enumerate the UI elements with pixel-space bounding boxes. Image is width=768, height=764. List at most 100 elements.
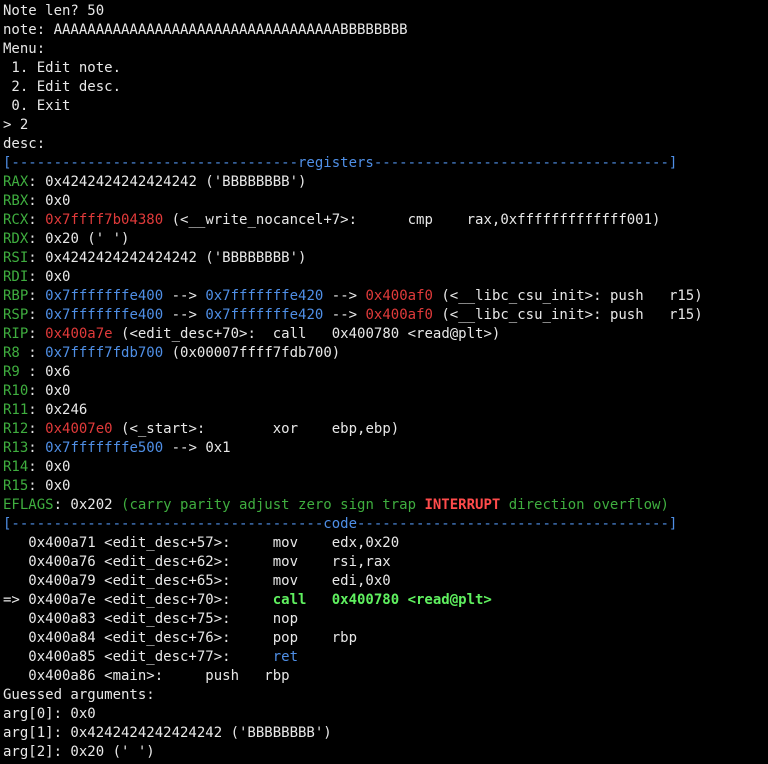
terminal-line: 2. Edit desc.: [3, 78, 768, 97]
terminal-text-segment: 0x7ffff7b04380: [45, 212, 164, 228]
terminal-line: 0x400a76 <edit_desc+62>: mov rsi,rax: [3, 553, 768, 572]
terminal-line: 0x400a79 <edit_desc+65>: mov edi,0x0: [3, 572, 768, 591]
terminal-line: note: AAAAAAAAAAAAAAAAAAAAAAAAAAAAAAAAAA…: [3, 21, 768, 40]
terminal-text-segment: call 0x400780 <read@plt>: [272, 592, 492, 608]
terminal-text-segment: : 0x4242424242424242 ('BBBBBBBB'): [28, 174, 307, 190]
terminal-text-segment: desc:: [3, 136, 46, 152]
terminal-text-segment: 0x7fffffffe400: [45, 307, 164, 323]
terminal-line: RBX: 0x0: [3, 192, 768, 211]
terminal-line: Guessed arguments:: [3, 686, 768, 705]
terminal-text-segment: R12: [3, 421, 29, 437]
terminal-text-segment: 0x400af0: [365, 288, 433, 304]
terminal-line: R12: 0x4007e0 (<_start>: xor ebp,ebp): [3, 420, 768, 439]
terminal-line: RAX: 0x4242424242424242 ('BBBBBBBB'): [3, 173, 768, 192]
terminal-line: R13: 0x7fffffffe500 --> 0x1: [3, 439, 768, 458]
terminal-line: RIP: 0x400a7e (<edit_desc+70>: call 0x40…: [3, 325, 768, 344]
terminal-text-segment: 0x400a85 <edit_desc+77>:: [3, 649, 273, 665]
terminal-text-segment: 0x400a86 <main>: push rbp: [3, 668, 290, 684]
terminal-text-segment: 0x400a76 <edit_desc+62>: mov rsi,rax: [3, 554, 391, 570]
terminal-text-segment: -->: [163, 307, 206, 323]
terminal-line: R15: 0x0: [3, 477, 768, 496]
terminal-text-segment: (0x00007ffff7fdb700): [163, 345, 341, 361]
terminal-line: [-------------------------------------co…: [3, 515, 768, 534]
terminal-text-segment: : 0x0: [28, 383, 71, 399]
terminal-text-segment: 1. Edit note.: [3, 60, 122, 76]
terminal-text-segment: 0x7fffffffe400: [45, 288, 164, 304]
terminal-text-segment: R13: [3, 440, 29, 456]
terminal-text-segment: 2. Edit desc.: [3, 79, 122, 95]
terminal-line: [----------------------------------regis…: [3, 154, 768, 173]
terminal-text-segment: :: [28, 212, 46, 228]
terminal-line: Menu:: [3, 40, 768, 59]
terminal-text-segment: (carry parity adjust zero sign trap: [121, 497, 425, 513]
terminal-text-segment: 0x7ffff7fdb700: [45, 345, 164, 361]
terminal-line: R11: 0x246: [3, 401, 768, 420]
terminal-line: arg[0]: 0x0: [3, 705, 768, 724]
terminal-text-segment: 0x7fffffffe420: [205, 288, 324, 304]
terminal-text-segment: :: [28, 288, 46, 304]
terminal-text-segment: 0x400a7e: [45, 326, 113, 342]
terminal-text-segment: :: [28, 440, 46, 456]
terminal-text-segment: 0x7fffffffe500: [45, 440, 164, 456]
terminal-line: R10: 0x0: [3, 382, 768, 401]
terminal-line: R8 : 0x7ffff7fdb700 (0x00007ffff7fdb700): [3, 344, 768, 363]
terminal-text-segment: -->: [163, 288, 206, 304]
terminal-line: RDI: 0x0: [3, 268, 768, 287]
terminal-text-segment: 0x4007e0: [45, 421, 113, 437]
terminal-text-segment: -->: [323, 307, 366, 323]
terminal-text-segment: : 0x246: [28, 402, 88, 418]
terminal-line: 0x400a83 <edit_desc+75>: nop: [3, 610, 768, 629]
terminal-text-segment: [----------------------------------regis…: [3, 155, 678, 171]
terminal-text-segment: 0x400a71 <edit_desc+57>: mov edx,0x20: [3, 535, 400, 551]
terminal-window[interactable]: Note len? 50 note: AAAAAAAAAAAAAAAAAAAAAA…: [0, 0, 768, 764]
terminal-text-segment: arg[2]: 0x20 (' '): [3, 744, 155, 760]
terminal-line: 0x400a85 <edit_desc+77>: ret: [3, 648, 768, 667]
terminal-text-segment: : 0x0: [28, 193, 71, 209]
terminal-line: RBP: 0x7fffffffe400 --> 0x7fffffffe420 -…: [3, 287, 768, 306]
terminal-line: desc:: [3, 135, 768, 154]
terminal-text-segment: : 0x4242424242424242 ('BBBBBBBB'): [28, 250, 307, 266]
terminal-line: 0x400a71 <edit_desc+57>: mov edx,0x20: [3, 534, 768, 553]
terminal-line: arg[2]: 0x20 (' '): [3, 743, 768, 762]
terminal-text-segment: :: [28, 307, 46, 323]
terminal-text-segment: Note len? 50: [3, 3, 105, 19]
terminal-text-segment: R9: [3, 364, 29, 380]
terminal-text-segment: :: [28, 326, 46, 342]
terminal-text-segment: : 0x6: [28, 364, 71, 380]
terminal-text-segment: 0x7fffffffe420: [205, 307, 324, 323]
terminal-text-segment: R15: [3, 478, 29, 494]
terminal-text-segment: INTERRUPT: [424, 497, 501, 513]
terminal-text-segment: arg[1]: 0x4242424242424242 ('BBBBBBBB'): [3, 725, 332, 741]
terminal-text-segment: (<edit_desc+70>: call 0x400780 <read@plt…: [112, 326, 501, 342]
terminal-line: RSP: 0x7fffffffe400 --> 0x7fffffffe420 -…: [3, 306, 768, 325]
terminal-text-segment: RCX: [3, 212, 29, 228]
terminal-text-segment: EFLAGS: [3, 497, 54, 513]
terminal-text-segment: (<__libc_csu_init>: push r15): [432, 288, 703, 304]
terminal-line: 0. Exit: [3, 97, 768, 116]
terminal-line: Note len? 50: [3, 2, 768, 21]
terminal-text-segment: (<_start>: xor ebp,ebp): [112, 421, 400, 437]
terminal-text-segment: RSI: [3, 250, 29, 266]
terminal-text-segment: 0x400a79 <edit_desc+65>: mov edi,0x0: [3, 573, 391, 589]
terminal-line: R9 : 0x6: [3, 363, 768, 382]
terminal-text-segment: R11: [3, 402, 29, 418]
terminal-line: 0x400a84 <edit_desc+76>: pop rbp: [3, 629, 768, 648]
terminal-text-segment: : 0x202: [53, 497, 122, 513]
terminal-text-segment: > 2: [3, 117, 29, 133]
terminal-text-segment: 0x400af0: [365, 307, 433, 323]
terminal-text-segment: [-------------------------------------co…: [3, 516, 678, 532]
terminal-text-segment: R10: [3, 383, 29, 399]
terminal-line: EFLAGS: 0x202 (carry parity adjust zero …: [3, 496, 768, 515]
terminal-text-segment: R14: [3, 459, 29, 475]
terminal-text-segment: RDI: [3, 269, 29, 285]
terminal-line: RCX: 0x7ffff7b04380 (<__write_nocancel+7…: [3, 211, 768, 230]
terminal-text-segment: 0x400a83 <edit_desc+75>: nop: [3, 611, 299, 627]
terminal-line: RDX: 0x20 (' '): [3, 230, 768, 249]
terminal-line: 1. Edit note.: [3, 59, 768, 78]
terminal-line: RSI: 0x4242424242424242 ('BBBBBBBB'): [3, 249, 768, 268]
terminal-line: 0x400a86 <main>: push rbp: [3, 667, 768, 686]
terminal-text-segment: : 0x0: [28, 459, 71, 475]
terminal-text-segment: 0. Exit: [3, 98, 71, 114]
terminal-text-segment: direction overflow): [500, 497, 669, 513]
terminal-text-segment: :: [28, 421, 46, 437]
